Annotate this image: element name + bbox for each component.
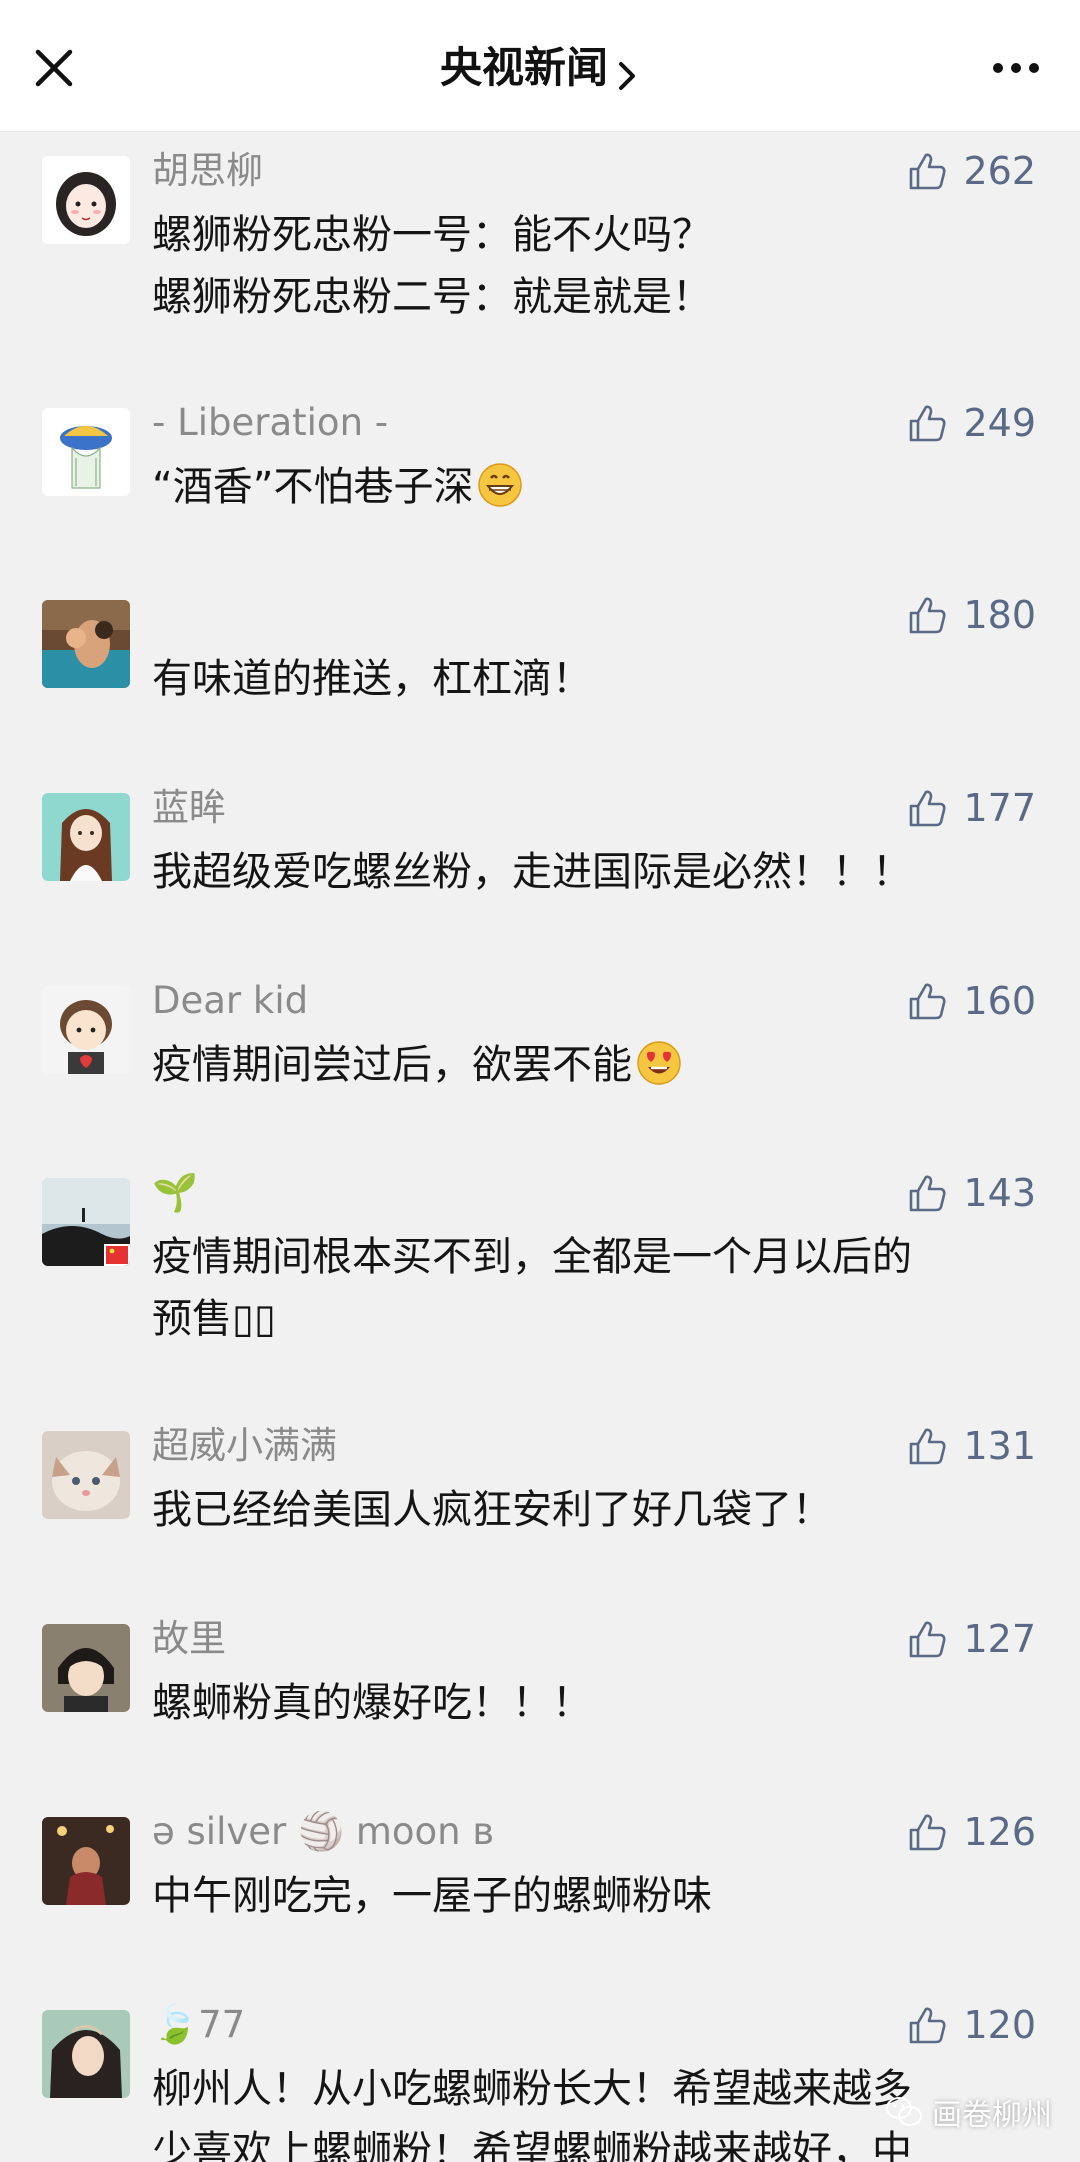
thumbs-up-icon <box>905 593 949 637</box>
thumbs-up-icon <box>905 1424 949 1468</box>
comment-item: 超威小满满 131 我已经给美国人疯狂安利了好几袋了！ <box>0 1407 1080 1587</box>
page-title-link[interactable]: 央视新闻 <box>0 40 1080 96</box>
comment-item: 蓝眸 177 我超级爱吃螺丝粉，走进国际是必然！！！ <box>0 769 1080 949</box>
thumbs-up-icon <box>905 1171 949 1215</box>
like-count: 177 <box>963 786 1036 830</box>
like-count: 180 <box>963 593 1036 637</box>
top-bar: 央视新闻 <box>0 0 1080 132</box>
like-count: 160 <box>963 979 1036 1023</box>
comment-text-content: 我超级爱吃螺丝粉，走进国际是必然！！！ <box>152 849 912 895</box>
user-name: 胡思柳 <box>152 149 263 192</box>
comment-item: 🌱 143 疫情期间根本买不到，全都是一个月以后的 预售▯▯ <box>0 1154 1080 1394</box>
like-count: 143 <box>963 1171 1036 1215</box>
watermark: 画卷柳州 <box>884 2090 1052 2134</box>
avatar[interactable] <box>42 1817 130 1905</box>
avatar[interactable] <box>42 793 130 881</box>
thumbs-up-icon <box>905 979 949 1023</box>
avatar[interactable] <box>42 986 130 1074</box>
like-count: 249 <box>963 401 1036 445</box>
thumbs-up-icon <box>905 786 949 830</box>
comment-text: 中午刚吃完，一屋子的螺蛳粉味 <box>152 1865 1032 1927</box>
comment-text: “酒香”不怕巷子深 <box>152 456 1032 518</box>
like-button[interactable]: 126 <box>905 1807 1036 1857</box>
comment-text: 螺狮粉死忠粉一号：能不火吗？ 螺狮粉死忠粉二号：就是就是！ <box>152 204 1032 328</box>
comment-item: 🍃77 120 柳州人！从小吃螺蛳粉长大！希望越来越多 少喜欢上螺蛳粉！希望螺蛳… <box>0 1986 1080 2162</box>
comment-text-content: 疫情期间尝过后，欲罢不能 <box>152 1042 632 1088</box>
comment-text-content: 疫情期间根本买不到，全都是一个月以后的 预售▯▯ <box>152 1234 912 1342</box>
avatar[interactable] <box>42 600 130 688</box>
comment-text: 疫情期间尝过后，欲罢不能 <box>152 1034 1032 1096</box>
thumbs-up-icon <box>905 401 949 445</box>
like-button[interactable]: 127 <box>905 1614 1036 1664</box>
like-button[interactable]: 160 <box>905 976 1036 1026</box>
like-count: 120 <box>963 2003 1036 2047</box>
avatar[interactable] <box>42 1624 130 1712</box>
like-button[interactable]: 131 <box>905 1421 1036 1471</box>
comment-text-content: 我已经给美国人疯狂安利了好几袋了！ <box>152 1487 832 1533</box>
comment-text: 有味道的推送，杠杠滴！ <box>152 648 1032 710</box>
comment-text: 我超级爱吃螺丝粉，走进国际是必然！！！ <box>152 841 1032 903</box>
wechat-logo-icon <box>884 2094 924 2130</box>
comment-text-content: 螺狮粉死忠粉一号：能不火吗？ 螺狮粉死忠粉二号：就是就是！ <box>152 212 712 320</box>
comment-text-content: 中午刚吃完，一屋子的螺蛳粉味 <box>152 1873 712 1919</box>
like-button[interactable]: 180 <box>905 590 1036 640</box>
user-name: 故里 <box>152 1617 226 1660</box>
user-name: 蓝眸 <box>152 786 226 829</box>
thumbs-up-icon <box>905 1810 949 1854</box>
like-button[interactable]: 143 <box>905 1168 1036 1218</box>
thumbs-up-icon <box>905 1617 949 1661</box>
like-button[interactable]: 177 <box>905 783 1036 833</box>
user-name: 🌱 <box>152 1171 199 1214</box>
user-name: 超威小满满 <box>152 1424 337 1467</box>
user-name: 🍃77 <box>152 2003 246 2046</box>
watermark-text: 画卷柳州 <box>932 2098 1052 2133</box>
comment-item: - Liberation - 249 “酒香”不怕巷子深 <box>0 384 1080 564</box>
comment-item: ə silver 🏐 moon ʙ 126 中午刚吃完，一屋子的螺蛳粉味 <box>0 1793 1080 1973</box>
user-name: ə silver 🏐 moon ʙ <box>152 1810 494 1853</box>
comment-item: 胡思柳 262 螺狮粉死忠粉一号：能不火吗？ 螺狮粉死忠粉二号：就是就是！ <box>0 132 1080 372</box>
like-count: 131 <box>963 1424 1036 1468</box>
avatar[interactable] <box>42 1178 130 1266</box>
comment-text-content: 柳州人！从小吃螺蛳粉长大！希望越来越多 少喜欢上螺蛳粉！希望螺蛳粉越来越好，中 <box>152 2066 912 2162</box>
like-button[interactable]: 262 <box>905 146 1036 196</box>
comment-text: 我已经给美国人疯狂安利了好几袋了！ <box>152 1479 1032 1541</box>
page-title: 央视新闻 <box>439 43 608 92</box>
grinning-face-emoji <box>477 462 523 508</box>
comment-text-content: “酒香”不怕巷子深 <box>152 464 474 510</box>
like-button[interactable]: 249 <box>905 398 1036 448</box>
comment-text-content: 有味道的推送，杠杠滴！ <box>152 656 592 702</box>
like-button[interactable]: 120 <box>905 2000 1036 2050</box>
like-count: 127 <box>963 1617 1036 1661</box>
comment-item: Dear kid 160 疫情期间尝过后，欲罢不能 <box>0 962 1080 1142</box>
chevron-right-icon <box>614 51 640 90</box>
avatar[interactable] <box>42 408 130 496</box>
thumbs-up-icon <box>905 2003 949 2047</box>
user-name: Dear kid <box>152 979 309 1022</box>
heart-eyes-emoji <box>636 1040 682 1086</box>
comment-item: 180 有味道的推送，杠杠滴！ <box>0 576 1080 756</box>
comment-text: 疫情期间根本买不到，全都是一个月以后的 预售▯▯ <box>152 1226 1032 1350</box>
comment-text: 螺蛳粉真的爆好吃！！！ <box>152 1672 1032 1734</box>
avatar[interactable] <box>42 2010 130 2098</box>
like-count: 262 <box>963 149 1036 193</box>
user-name: - Liberation - <box>152 401 389 444</box>
more-dots-icon[interactable] <box>988 46 1044 90</box>
comment-text-content: 螺蛳粉真的爆好吃！！！ <box>152 1680 592 1726</box>
thumbs-up-icon <box>905 149 949 193</box>
avatar[interactable] <box>42 156 130 244</box>
avatar[interactable] <box>42 1431 130 1519</box>
like-count: 126 <box>963 1810 1036 1854</box>
comment-item: 故里 127 螺蛳粉真的爆好吃！！！ <box>0 1600 1080 1780</box>
comment-list: 胡思柳 262 螺狮粉死忠粉一号：能不火吗？ 螺狮粉死忠粉二号：就是就是！ - … <box>0 132 1080 2162</box>
